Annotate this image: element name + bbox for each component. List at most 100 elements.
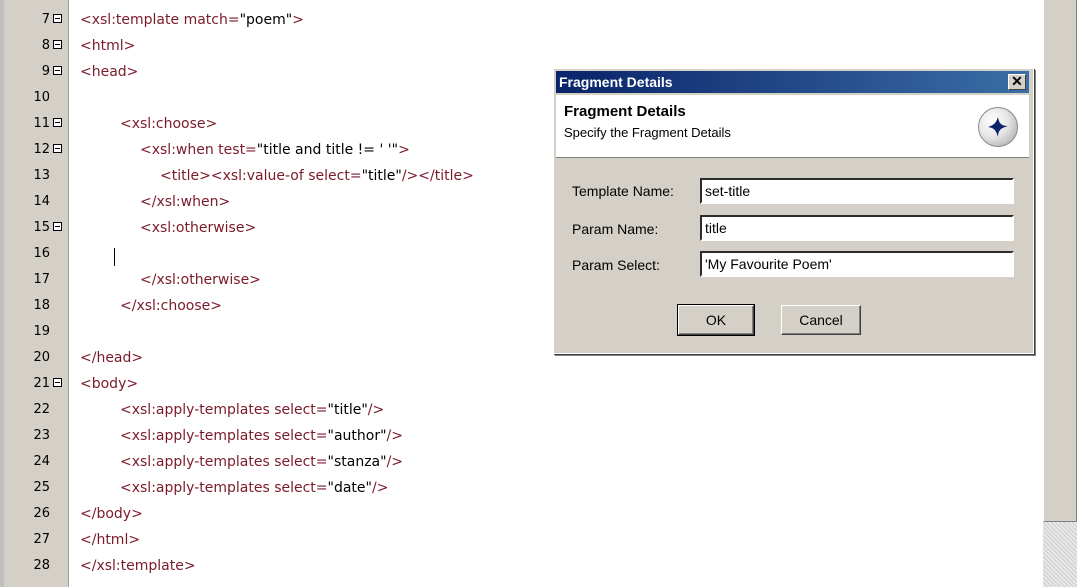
xml-tag-token: </xsl:otherwise>	[140, 272, 261, 288]
attribute-value-token: "title"	[361, 168, 402, 184]
line-number: 25	[33, 480, 50, 495]
fragment-details-dialog: Fragment Details ✕ Fragment Details Spec…	[553, 68, 1034, 354]
param-select-input[interactable]	[700, 251, 1014, 277]
xml-tag-token: </xsl:choose>	[120, 298, 222, 314]
header-subtitle: Specify the Fragment Details	[564, 125, 731, 140]
xml-tag-token: <body>	[80, 376, 139, 392]
attribute-value-token: "date"	[327, 480, 372, 496]
vertical-scrollbar-thumb[interactable]	[1043, 0, 1077, 522]
code-text: <xsl:when test="title and title != ' '">	[140, 137, 410, 163]
code-text: <xsl:choose>	[120, 111, 217, 137]
code-text: <xsl:otherwise>	[140, 215, 256, 241]
line-number: 19	[33, 324, 50, 339]
xml-tag-token: >	[292, 12, 304, 28]
xml-tag-token: />	[371, 480, 389, 496]
code-line[interactable]: 24 <xsl:apply-templates select="stanza"/>	[0, 449, 1040, 475]
line-number: 28	[33, 558, 50, 573]
param-select-label: Param Select:	[572, 257, 660, 273]
close-button[interactable]: ✕	[1008, 74, 1026, 90]
fold-toggle-icon[interactable]	[53, 144, 62, 153]
attribute-value-token: "title and title != ' '"	[256, 142, 399, 158]
xml-tag-token: <xsl:apply-templates select=	[120, 454, 328, 470]
attribute-value-token: "title"	[327, 402, 368, 418]
cancel-button[interactable]: Cancel	[781, 305, 861, 335]
line-number: 15	[33, 220, 50, 235]
line-number: 21	[33, 376, 50, 391]
code-text: <title><xsl:value-of select="title"/></t…	[160, 163, 474, 189]
ok-button[interactable]: OK	[677, 304, 755, 336]
attribute-value-token: "author"	[327, 428, 387, 444]
xml-tag-token: </xsl:when>	[140, 194, 231, 210]
code-line[interactable]: 21 <body>	[0, 371, 1040, 397]
line-number: 22	[33, 402, 50, 417]
line-number: 8	[41, 38, 50, 53]
line-number: 20	[33, 350, 50, 365]
line-number: 9	[41, 64, 50, 79]
wizard-logo-icon	[978, 107, 1018, 147]
code-line[interactable]: 7 <xsl:template match="poem">	[0, 7, 1040, 33]
code-text: </body>	[80, 501, 143, 527]
code-line[interactable]: 26 </body>	[0, 501, 1040, 527]
text-caret	[114, 248, 115, 266]
fold-toggle-icon[interactable]	[53, 378, 62, 387]
xml-tag-token: <xsl:apply-templates select=	[120, 428, 328, 444]
code-text: <xsl:apply-templates select="title"/>	[120, 397, 384, 423]
xml-tag-token: />	[367, 402, 385, 418]
line-number: 18	[33, 298, 50, 313]
param-name-label: Param Name:	[572, 221, 659, 237]
xml-tag-token: </html>	[80, 532, 141, 548]
code-line[interactable]: 8 <html>	[0, 33, 1040, 59]
code-text: <xsl:apply-templates select="stanza"/>	[120, 449, 403, 475]
line-number: 12	[33, 142, 50, 157]
xml-tag-token: </head>	[80, 350, 144, 366]
fold-toggle-icon[interactable]	[53, 222, 62, 231]
line-number: 14	[33, 194, 50, 209]
xml-tag-token: <title><xsl:value-of select=	[160, 168, 362, 184]
xml-tag-token: <xsl:choose>	[120, 116, 218, 132]
fold-toggle-icon[interactable]	[53, 66, 62, 75]
line-number: 23	[33, 428, 50, 443]
xml-tag-token: /></title>	[401, 168, 474, 184]
line-number: 27	[33, 532, 50, 547]
xml-tag-token: <xsl:when test=	[140, 142, 257, 158]
line-number: 11	[33, 116, 50, 131]
line-number: 24	[33, 454, 50, 469]
xml-tag-token: </xsl:template>	[80, 558, 196, 574]
attribute-value-token: "poem"	[239, 12, 293, 28]
code-text: <head>	[80, 59, 138, 85]
param-name-input[interactable]	[700, 215, 1014, 241]
xml-tag-token: <html>	[80, 38, 136, 54]
xml-tag-token: <xsl:apply-templates select=	[120, 480, 328, 496]
code-text: </xsl:when>	[140, 189, 230, 215]
code-line[interactable]: 23 <xsl:apply-templates select="author"/>	[0, 423, 1040, 449]
code-line[interactable]: 22 <xsl:apply-templates select="title"/>	[0, 397, 1040, 423]
code-text: </xsl:choose>	[120, 293, 222, 319]
dialog-header: Fragment Details Specify the Fragment De…	[556, 95, 1029, 158]
attribute-value-token: "stanza"	[327, 454, 387, 470]
line-number: 13	[33, 168, 50, 183]
code-line[interactable]: 28 </xsl:template>	[0, 553, 1040, 579]
xml-tag-token: />	[386, 454, 404, 470]
xml-tag-token: >	[398, 142, 410, 158]
code-text: </head>	[80, 345, 143, 371]
line-number: 16	[33, 246, 50, 261]
fold-toggle-icon[interactable]	[53, 14, 62, 23]
fold-toggle-icon[interactable]	[53, 118, 62, 127]
close-icon: ✕	[1011, 73, 1023, 89]
template-name-input[interactable]	[700, 178, 1014, 204]
dialog-title: Fragment Details	[559, 74, 673, 90]
code-text: <html>	[80, 33, 135, 59]
line-number: 7	[41, 12, 50, 27]
line-number: 17	[33, 272, 50, 287]
xml-tag-token: </body>	[80, 506, 143, 522]
code-text: </xsl:otherwise>	[140, 267, 261, 293]
dialog-titlebar[interactable]: Fragment Details ✕	[556, 71, 1029, 93]
code-text: </xsl:template>	[80, 553, 196, 579]
code-line[interactable]: 25 <xsl:apply-templates select="date"/>	[0, 475, 1040, 501]
xml-tag-token: <xsl:template match=	[80, 12, 240, 28]
code-line[interactable]: 27 </html>	[0, 527, 1040, 553]
xml-tag-token: <xsl:apply-templates select=	[120, 402, 328, 418]
code-text: <body>	[80, 371, 138, 397]
fold-toggle-icon[interactable]	[53, 40, 62, 49]
code-text: <xsl:apply-templates select="author"/>	[120, 423, 403, 449]
